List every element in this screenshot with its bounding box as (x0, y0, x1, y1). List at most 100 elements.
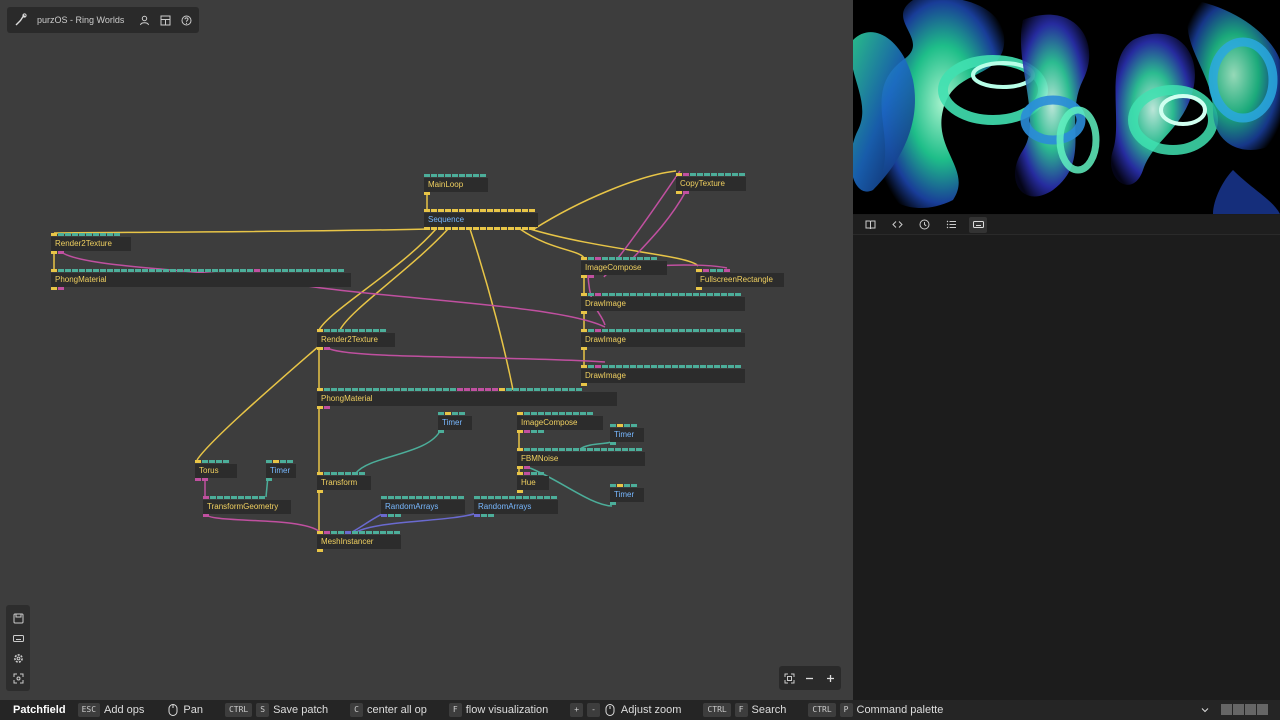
patch-logo-icon[interactable] (13, 12, 29, 28)
op-imagecompose-b[interactable]: ImageCompose (517, 412, 603, 434)
status-right (1198, 703, 1268, 716)
hint-label: Command palette (856, 704, 944, 716)
zoom-in-icon[interactable] (824, 672, 837, 685)
op-meshinstancer[interactable]: MeshInstancer (317, 531, 401, 553)
op-sequence[interactable]: Sequence (424, 209, 538, 231)
op-label: FBMNoise (517, 452, 645, 466)
hint-label: center all op (366, 704, 427, 716)
help-icon[interactable] (180, 14, 193, 27)
settings-icon[interactable] (12, 652, 25, 665)
op-label: MainLoop (424, 178, 488, 192)
hint-center-all: C center all op (350, 703, 427, 717)
wire (355, 428, 442, 474)
hint-search: CTRL F Search (703, 703, 786, 717)
hint-label: Search (751, 704, 787, 716)
preview-render-image (853, 0, 1280, 214)
patch-title: purzOS - Ring Worlds (37, 15, 125, 25)
op-label: DrawImage (581, 333, 745, 347)
chevron-down-icon[interactable] (1198, 703, 1211, 716)
op-randomarrays-2[interactable]: RandomArrays (474, 496, 558, 518)
op-label: Render2Texture (317, 333, 395, 347)
op-transform[interactable]: Transform (317, 472, 371, 494)
grid-icon[interactable] (159, 14, 172, 27)
zoom-controls (779, 666, 841, 690)
op-label: ImageCompose (517, 416, 603, 430)
op-label: TransformGeometry (203, 500, 291, 514)
wire (351, 512, 385, 533)
key-c: C (350, 703, 363, 717)
wire (469, 228, 514, 391)
op-label: DrawImage (581, 369, 745, 383)
op-label: Torus (195, 464, 237, 478)
logo-blocks (1221, 704, 1268, 715)
op-label: RandomArrays (381, 500, 465, 514)
user-icon[interactable] (138, 14, 151, 27)
book-icon[interactable] (861, 217, 879, 233)
op-render2texture-b[interactable]: Render2Texture (317, 329, 395, 351)
right-panel (853, 0, 1280, 700)
hint-pan: Pan (166, 704, 203, 717)
op-fullscreenrect[interactable]: FullscreenRectangle (696, 269, 784, 291)
key-f: F (448, 703, 462, 717)
hint-command-palette: CTRL P Command palette (808, 703, 943, 717)
wire (519, 228, 585, 259)
status-bar: Patchfield ESC Add ops Pan CTRL S Save p… (0, 700, 1280, 720)
op-fbmnoise[interactable]: FBMNoise (517, 448, 645, 470)
op-label: Sequence (424, 213, 538, 227)
op-label: Timer (266, 464, 296, 478)
op-timer-1[interactable]: Timer (438, 412, 472, 434)
op-torus[interactable]: Torus (195, 460, 237, 482)
list-icon[interactable] (942, 217, 960, 233)
op-label: Timer (610, 428, 644, 442)
fit-view-icon[interactable] (12, 672, 25, 685)
save-icon[interactable] (12, 612, 25, 625)
op-copytexture[interactable]: CopyTexture (676, 173, 746, 195)
op-label: CopyTexture (676, 177, 746, 191)
op-label: Transform (317, 476, 371, 490)
op-timer-2[interactable]: Timer (610, 424, 644, 446)
op-timer-3[interactable]: Timer (610, 484, 644, 506)
op-drawimage-2[interactable]: DrawImage (581, 329, 745, 351)
hint-label: Adjust zoom (620, 704, 682, 716)
key-f: F (734, 703, 748, 717)
hint-label: flow visualization (465, 704, 549, 716)
mouse-icon (604, 704, 617, 717)
op-randomarrays-1[interactable]: RandomArrays (381, 496, 465, 518)
history-icon[interactable] (915, 217, 933, 233)
key-s: S (256, 703, 270, 717)
keyboard-icon[interactable] (12, 632, 25, 645)
panel-tabs (853, 215, 1280, 235)
op-drawimage-3[interactable]: DrawImage (581, 365, 745, 387)
title-bar: purzOS - Ring Worlds (7, 7, 199, 33)
render-preview[interactable] (853, 0, 1280, 214)
key-ctrl: CTRL (703, 703, 731, 717)
zoom-out-icon[interactable] (803, 672, 816, 685)
op-phongmaterial-a[interactable]: PhongMaterial (51, 269, 351, 291)
hint-save-patch: CTRL S Save patch (224, 703, 329, 717)
op-label: ImageCompose (581, 261, 667, 275)
fit-screen-icon[interactable] (783, 672, 796, 685)
key-minus: - (587, 703, 600, 717)
key-ctrl: CTRL (224, 703, 253, 717)
wire (196, 345, 320, 461)
op-drawimage-1[interactable]: DrawImage (581, 293, 745, 315)
left-toolbar (6, 605, 30, 691)
op-phongmaterial-b[interactable]: PhongMaterial (317, 388, 617, 410)
op-hue[interactable]: Hue (517, 472, 549, 494)
keyboard-icon[interactable] (969, 216, 987, 233)
hint-label: Save patch (273, 704, 329, 716)
key-esc: ESC (77, 703, 101, 717)
op-label: Timer (610, 488, 644, 502)
op-timer-4[interactable]: Timer (266, 460, 296, 482)
op-imagecompose-a[interactable]: ImageCompose (581, 257, 667, 279)
wire (533, 170, 677, 230)
patch-canvas[interactable]: MainLoop Sequence CopyTexture Render2Tex… (0, 0, 853, 700)
op-transformgeometry[interactable]: TransformGeometry (203, 496, 291, 518)
op-label: Render2Texture (51, 237, 131, 251)
op-label: Timer (438, 416, 472, 430)
op-render2texture-a[interactable]: Render2Texture (51, 233, 131, 255)
code-icon[interactable] (888, 217, 906, 233)
op-label: FullscreenRectangle (696, 273, 784, 287)
op-label: PhongMaterial (317, 392, 617, 406)
op-mainloop[interactable]: MainLoop (424, 174, 488, 196)
